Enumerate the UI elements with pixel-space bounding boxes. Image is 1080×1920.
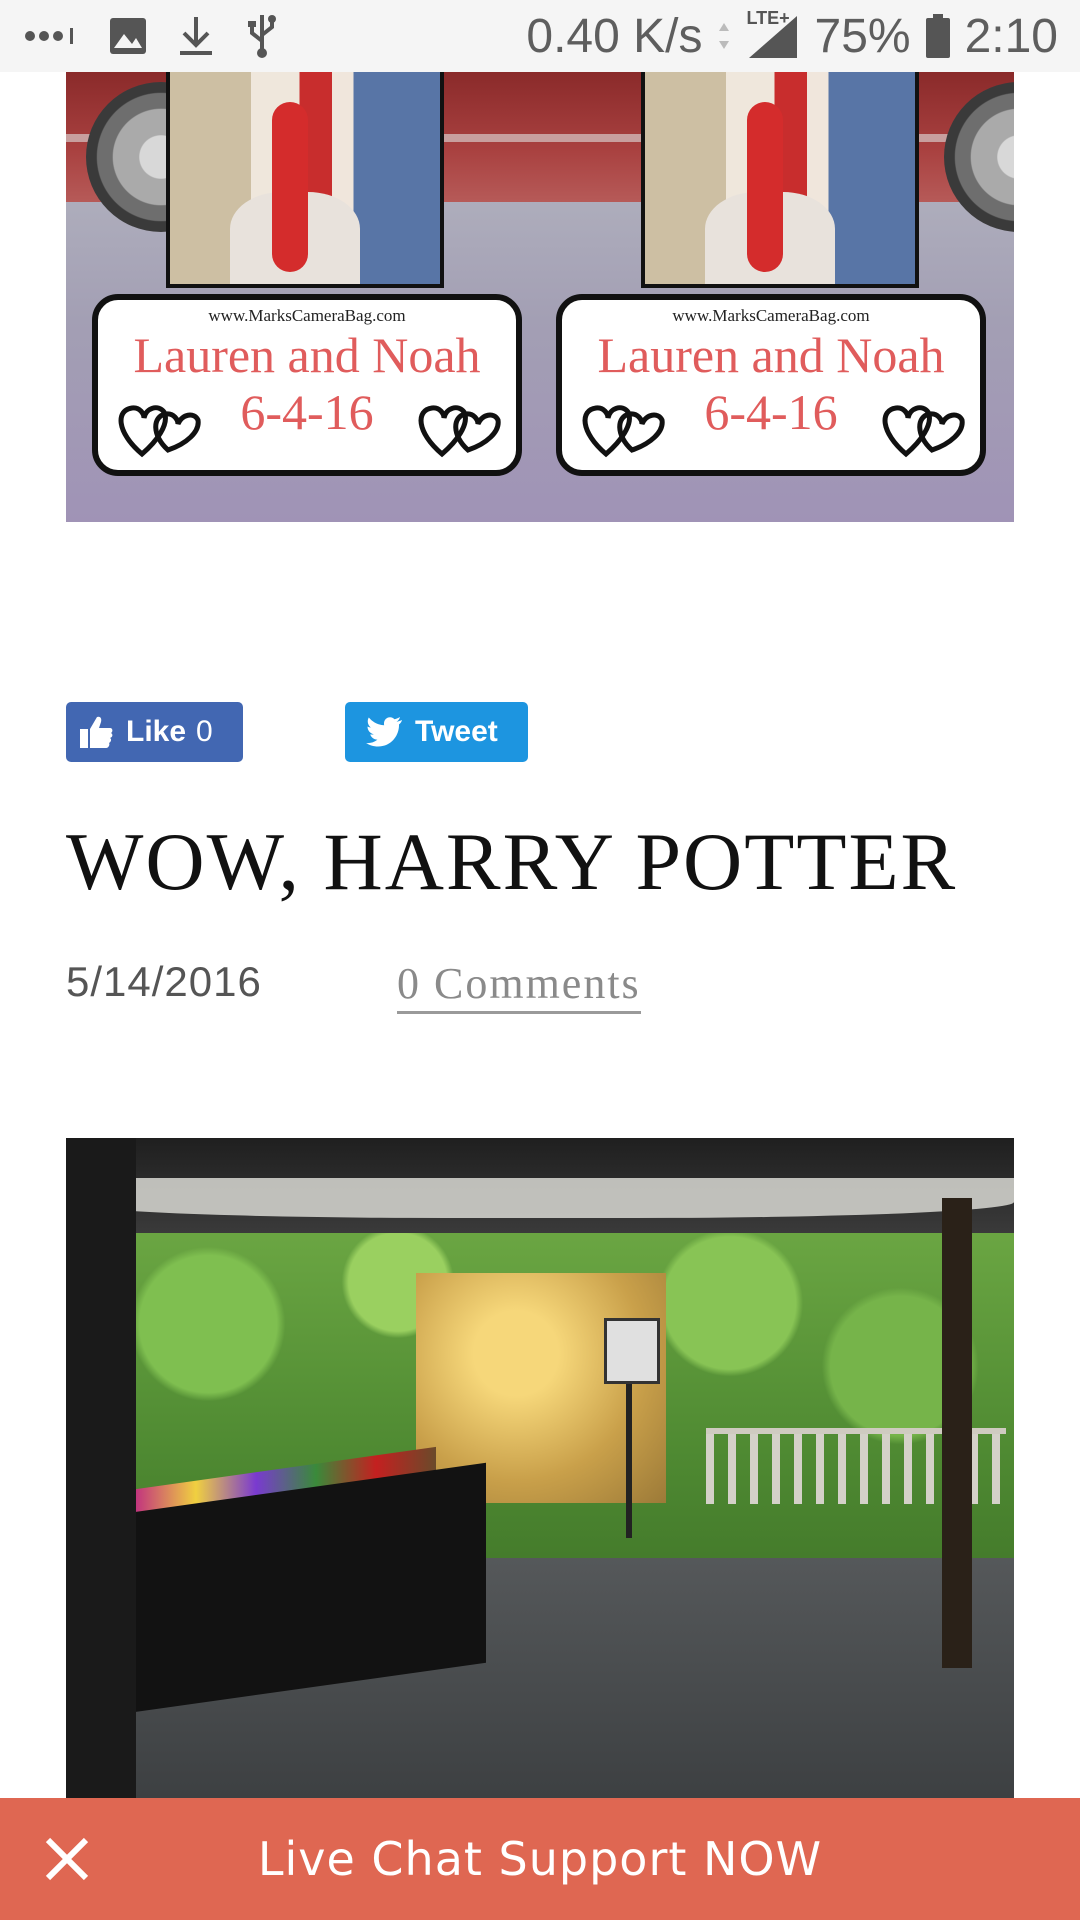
status-bar: 0.40 K/s LTE+ 75% 2:10 (0, 0, 1080, 72)
signal-icon: LTE+ (745, 8, 801, 60)
hearts-icon (118, 405, 201, 458)
photo-strip-image: www.MarksCameraBag.com Lauren and Noah 6… (66, 72, 1014, 522)
live-chat-label: Live Chat Support NOW (257, 1832, 823, 1886)
hearts-icon (418, 405, 501, 458)
battery-icon (925, 14, 951, 58)
couple-photo-left (166, 72, 444, 288)
live-chat-bar[interactable]: Live Chat Support NOW (0, 1798, 1080, 1920)
hearts-icon (882, 405, 965, 458)
data-arrows-icon (717, 21, 731, 51)
post-title: WOW, HARRY POTTER (66, 816, 958, 907)
photo-booth-camera (604, 1318, 660, 1384)
usb-icon (244, 13, 280, 59)
name-card-left: www.MarksCameraBag.com Lauren and Noah 6… (92, 294, 522, 476)
card-url: www.MarksCameraBag.com (208, 306, 406, 325)
card-url: www.MarksCameraBag.com (672, 306, 870, 325)
post-photo (66, 1138, 1014, 1798)
tweet-label: Tweet (415, 715, 498, 748)
couple-photo-right (641, 72, 919, 288)
image-icon (108, 16, 148, 56)
twitter-bird-icon (366, 717, 402, 747)
post-date: 5/14/2016 (66, 958, 262, 1005)
facebook-like-button[interactable]: Like 0 (66, 702, 243, 762)
close-icon[interactable] (42, 1834, 92, 1884)
card-names: Lauren and Noah (597, 327, 945, 383)
like-count: 0 (196, 715, 213, 748)
comments-link[interactable]: 0 Comments (397, 958, 641, 1014)
hearts-icon (582, 405, 665, 458)
more-dots-icon (24, 26, 80, 46)
card-names: Lauren and Noah (133, 327, 481, 383)
network-type: LTE+ (746, 8, 790, 28)
thumbs-up-icon (80, 716, 113, 748)
name-card-right: www.MarksCameraBag.com Lauren and Noah 6… (556, 294, 986, 476)
tweet-button[interactable]: Tweet (345, 702, 528, 762)
clock: 2:10 (964, 9, 1058, 63)
network-speed: 0.40 K/s (526, 9, 703, 63)
battery-percent: 75% (814, 9, 911, 63)
download-icon (176, 15, 216, 57)
like-label: Like (126, 715, 187, 748)
